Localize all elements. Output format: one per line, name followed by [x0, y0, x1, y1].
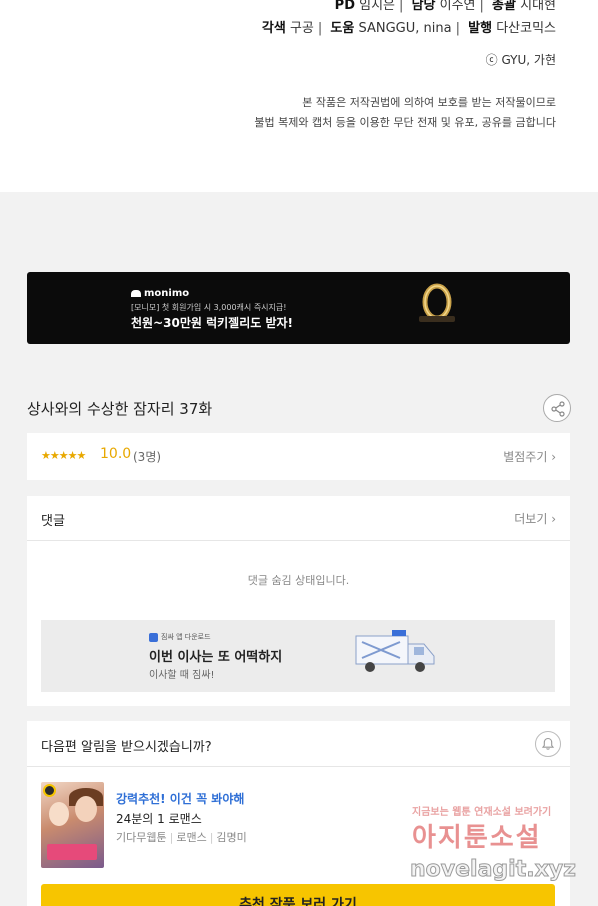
notify-header: 다음편 알림을 받으시겠습니까?: [27, 721, 570, 767]
publisher-value: 다산코믹스: [496, 21, 556, 36]
ad-subtitle: 이사할 때 짐싸!: [149, 670, 215, 681]
assist-value: SANGGU, nina: [358, 21, 452, 36]
site-watermark: 지금보는 웹툰 연재소설 보려가기 아지툰소설 novelagit.xyz: [408, 803, 588, 893]
recommendation-thumbnail[interactable]: [41, 782, 104, 868]
rating-card: ★★★★★ 10.0 (3명) 별점주기 ›: [27, 433, 570, 480]
share-icon: [551, 401, 565, 417]
moving-ad[interactable]: 짐싸 앱 다운로드 이번 이사는 또 어떡하지 이사할 때 짐싸!: [41, 620, 555, 692]
recommendation-meta: 기다무웹툰 | 로맨스 | 김명미: [116, 831, 247, 844]
total-value: 지대현: [520, 0, 556, 13]
assist-label: 도움: [330, 21, 355, 36]
meta-category: 기다무웹툰: [116, 831, 167, 844]
gold-ring-icon: [419, 283, 455, 322]
episode-title: 상사와의 수상한 잠자리 37화: [27, 400, 213, 418]
monimo-logo-icon: [131, 289, 141, 297]
credit-line-staff: PD 임지은 | 담당 이주연 | 총괄 지대현: [334, 0, 556, 13]
pd-value: 임지은: [359, 0, 396, 13]
rating-score: 10.0: [100, 446, 132, 462]
recommendation-title[interactable]: 24분의 1 로맨스: [116, 810, 202, 827]
pd-label: PD: [334, 0, 355, 13]
watermark-tagline: 지금보는 웹툰 연재소설 보려가기: [412, 807, 552, 818]
comment-hidden-message: 댓글 숨김 상태입니다.: [247, 574, 350, 587]
banner-subtext: [모니모] 첫 회원가입 시 3,000캐시 즉시지급!: [131, 303, 287, 312]
lead-value: 이주연: [439, 0, 476, 13]
copyright-notice-1: 본 작품은 저작권법에 의하여 보호를 받는 저작물이므로: [302, 96, 556, 109]
publisher-label: 발행: [468, 21, 493, 36]
banner-headline: 천원~30만원 럭키젤리도 받자!: [131, 316, 294, 330]
credit-line-production: 각색 구공 | 도움 SANGGU, nina | 발행 다산코믹스: [261, 21, 556, 36]
meta-genre: 로맨스: [176, 831, 207, 844]
jimssa-logo-icon: [149, 632, 158, 642]
ad-title: 이번 이사는 또 어떡하지: [149, 650, 283, 665]
comment-more-link[interactable]: 더보기 ›: [514, 510, 556, 527]
notify-question: 다음편 알림을 받으시겠습니까?: [41, 740, 212, 755]
rating-count: (3명): [133, 450, 162, 464]
rate-button[interactable]: 별점주기 ›: [503, 448, 556, 465]
recommendation-tag: 강력추천! 이건 꼭 봐야해: [116, 792, 245, 806]
share-button[interactable]: [543, 394, 571, 422]
copyright-notice-2: 불법 복제와 캡처 등을 이용한 무단 전재 및 유포, 공유를 금합니다: [254, 116, 556, 129]
adapt-value: 구공: [289, 21, 314, 36]
adapt-label: 각색: [261, 21, 286, 36]
star-rating: ★★★★★: [41, 449, 86, 462]
clock-icon: [43, 784, 56, 797]
truck-icon: [355, 630, 435, 672]
lead-label: 담당: [411, 0, 436, 13]
comment-header: 댓글 더보기 ›: [27, 496, 570, 541]
notify-toggle-button[interactable]: [535, 731, 561, 757]
comment-card: 댓글 더보기 › 댓글 숨김 상태입니다. 짐싸 앱 다운로드 이번 이사는 또…: [27, 496, 570, 706]
credits-section: PD 임지은 | 담당 이주연 | 총괄 지대현 각색 구공 | 도움 SANGGU,…: [0, 0, 598, 192]
meta-author: 김명미: [216, 831, 247, 844]
bell-icon: [541, 737, 555, 750]
watermark-url: novelagit.xyz: [410, 857, 577, 883]
ad-banner[interactable]: monimo [모니모] 첫 회원가입 시 3,000캐시 즉시지급! 천원~3…: [27, 272, 570, 344]
comment-label: 댓글: [41, 514, 65, 529]
copyright: ⓒ GYU, 가현: [485, 53, 556, 67]
ad-brand: 짐싸 앱 다운로드: [149, 632, 211, 642]
banner-brand: monimo: [131, 288, 189, 299]
total-label: 총괄: [492, 0, 516, 13]
watermark-logo: 아지툰소설: [412, 823, 542, 853]
